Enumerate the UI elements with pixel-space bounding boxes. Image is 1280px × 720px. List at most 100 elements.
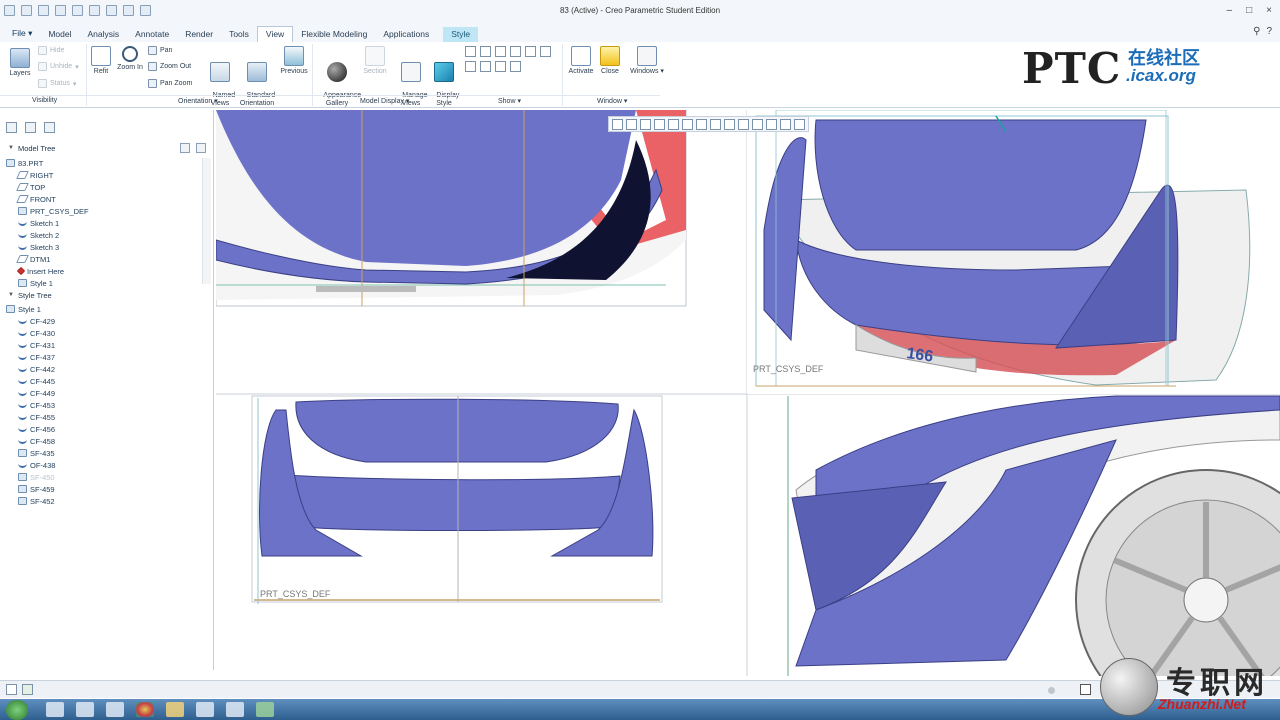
model-tree-item[interactable]: Insert Here [16, 265, 64, 277]
maximize-icon[interactable]: □ [1246, 5, 1252, 16]
model-tree-item[interactable]: FRONT [16, 193, 56, 205]
datum-display-icon[interactable] [710, 119, 721, 130]
style-tree-item[interactable]: SF-450 [18, 471, 55, 483]
named-views-button[interactable]: Named Views [204, 46, 236, 116]
show-navigator-icon[interactable] [6, 684, 17, 695]
view-manager-icon[interactable] [780, 119, 791, 130]
favorites-icon[interactable] [44, 122, 55, 133]
section-button[interactable]: Section [360, 46, 390, 76]
zoom-in-icon[interactable] [626, 119, 637, 130]
csys-tag-icon[interactable] [510, 61, 521, 72]
start-button[interactable] [6, 700, 28, 720]
windows-button[interactable]: Windows ▾ [630, 46, 664, 76]
taskbar-app-3[interactable] [106, 702, 124, 717]
display-style-button[interactable]: Display Style [428, 46, 460, 116]
repaint-icon[interactable] [654, 119, 665, 130]
hide-button[interactable]: Hide [38, 46, 64, 55]
refit-icon[interactable] [612, 119, 623, 130]
previous-button[interactable]: Previous [278, 46, 310, 76]
viewport-bottom-left[interactable]: PRT_CSYS_DEF [251, 395, 663, 604]
spin-center-icon[interactable] [766, 119, 777, 130]
unhide-button[interactable]: Unhide ▾ [38, 62, 79, 71]
style-tree-header[interactable]: ▼ Style Tree [0, 288, 212, 302]
model-tree-item[interactable]: DTM1 [16, 253, 50, 265]
tab-render[interactable]: Render [177, 27, 221, 42]
style-tree-item[interactable]: OF-438 [18, 459, 55, 471]
model-tree-item[interactable]: PRT_CSYS_DEF [18, 205, 89, 217]
close-button[interactable]: Close [598, 46, 622, 76]
plane-display-icon[interactable] [724, 119, 735, 130]
viewport-bottom-right[interactable] [748, 395, 1280, 676]
viewport-graphics[interactable]: 166 PRT_CSYS_DEF PRT_CSYS_DEF [216, 110, 1280, 676]
tree-settings-icon[interactable] [180, 143, 190, 153]
plane-display-icon[interactable] [465, 46, 476, 57]
help-icon[interactable]: ? [1266, 26, 1272, 37]
folder-browser-icon[interactable] [25, 122, 36, 133]
group-orientation[interactable]: Orientation ▾ [178, 97, 218, 105]
tab-tools[interactable]: Tools [221, 27, 257, 42]
layers-button[interactable]: Layers [6, 48, 34, 78]
model-tree-item[interactable]: RIGHT [16, 169, 53, 181]
annotation-display-icon[interactable] [540, 46, 551, 57]
model-tree-item[interactable]: TOP [16, 181, 45, 193]
viewport-top-left[interactable] [216, 110, 687, 307]
axis-display-icon[interactable] [480, 46, 491, 57]
close-icon[interactable]: × [1266, 5, 1272, 16]
style-tree-item[interactable]: CF-455 [18, 411, 55, 423]
creo-taskbar-icon[interactable] [256, 702, 274, 717]
style-tree-item[interactable]: CF-431 [18, 339, 55, 351]
display-style-icon[interactable] [696, 119, 707, 130]
point-display-icon[interactable] [495, 46, 506, 57]
model-tree-item[interactable]: 83.PRT [6, 157, 43, 169]
group-model-display[interactable]: Model Display ▾ [360, 97, 409, 105]
axis-display-icon[interactable] [738, 119, 749, 130]
zoom-in-button[interactable]: Zoom In [116, 46, 144, 72]
group-window[interactable]: Window ▾ [597, 97, 627, 105]
style-tree-item[interactable]: CF-456 [18, 423, 55, 435]
style-tree-item[interactable]: SF-435 [18, 447, 55, 459]
appearance-gallery-button[interactable]: Appearance Gallery [316, 46, 361, 116]
tab-flexible-modeling[interactable]: Flexible Modeling [293, 27, 375, 42]
saved-views-icon[interactable] [682, 119, 693, 130]
plane-tag-icon[interactable] [465, 61, 476, 72]
axis-tag-icon[interactable] [480, 61, 491, 72]
reorient-icon[interactable] [668, 119, 679, 130]
tab-model[interactable]: Model [40, 27, 79, 42]
tab-applications[interactable]: Applications [375, 27, 437, 42]
tab-view[interactable]: View [256, 26, 294, 42]
tab-annotate[interactable]: Annotate [127, 27, 177, 42]
taskbar-app-1[interactable] [46, 702, 64, 717]
graphics-area[interactable]: 166 PRT_CSYS_DEF PRT_CSYS_DEF [216, 110, 1280, 676]
model-tree-header[interactable]: ▼ Model Tree [0, 141, 212, 155]
style-tree-item[interactable]: CF-437 [18, 351, 55, 363]
search-icon[interactable]: ⚲ [1253, 26, 1260, 37]
point-tag-icon[interactable] [495, 61, 506, 72]
style-tree-item[interactable]: CF-458 [18, 435, 55, 447]
pan-zoom-button[interactable]: Pan Zoom [148, 79, 192, 88]
taskbar-app-6[interactable] [196, 702, 214, 717]
tab-file[interactable]: File ▾ [4, 26, 40, 42]
style-tree-item[interactable]: CF-430 [18, 327, 55, 339]
zoom-out-icon[interactable] [640, 119, 651, 130]
annotation-icon[interactable] [794, 119, 805, 130]
pan-button[interactable]: Pan [148, 46, 172, 55]
chrome-icon[interactable] [136, 702, 154, 717]
taskbar-app-7[interactable] [226, 702, 244, 717]
style-tree-item[interactable]: CF-429 [18, 315, 55, 327]
status-button[interactable]: Status ▾ [38, 79, 76, 88]
show-browser-icon[interactable] [22, 684, 33, 695]
style-tree-item[interactable]: CF-449 [18, 387, 55, 399]
style-tree-item[interactable]: SF-452 [18, 495, 55, 507]
style-tree-item[interactable]: CF-453 [18, 399, 55, 411]
tab-style[interactable]: Style [443, 27, 479, 42]
style-tree-item[interactable]: CF-445 [18, 375, 55, 387]
model-tree-item[interactable]: Sketch 2 [18, 229, 59, 241]
model-tree-item[interactable]: Sketch 3 [18, 241, 59, 253]
group-show[interactable]: Show ▾ [498, 97, 521, 105]
selection-filter-icon[interactable] [1080, 684, 1091, 695]
standard-orientation-button[interactable]: Standard Orientation [238, 46, 276, 116]
style-tree-root[interactable]: Style 1 [6, 303, 41, 315]
zoom-out-button[interactable]: Zoom Out [148, 62, 191, 71]
csys-display-icon[interactable] [510, 46, 521, 57]
model-tree-scrollbar[interactable] [202, 158, 211, 284]
